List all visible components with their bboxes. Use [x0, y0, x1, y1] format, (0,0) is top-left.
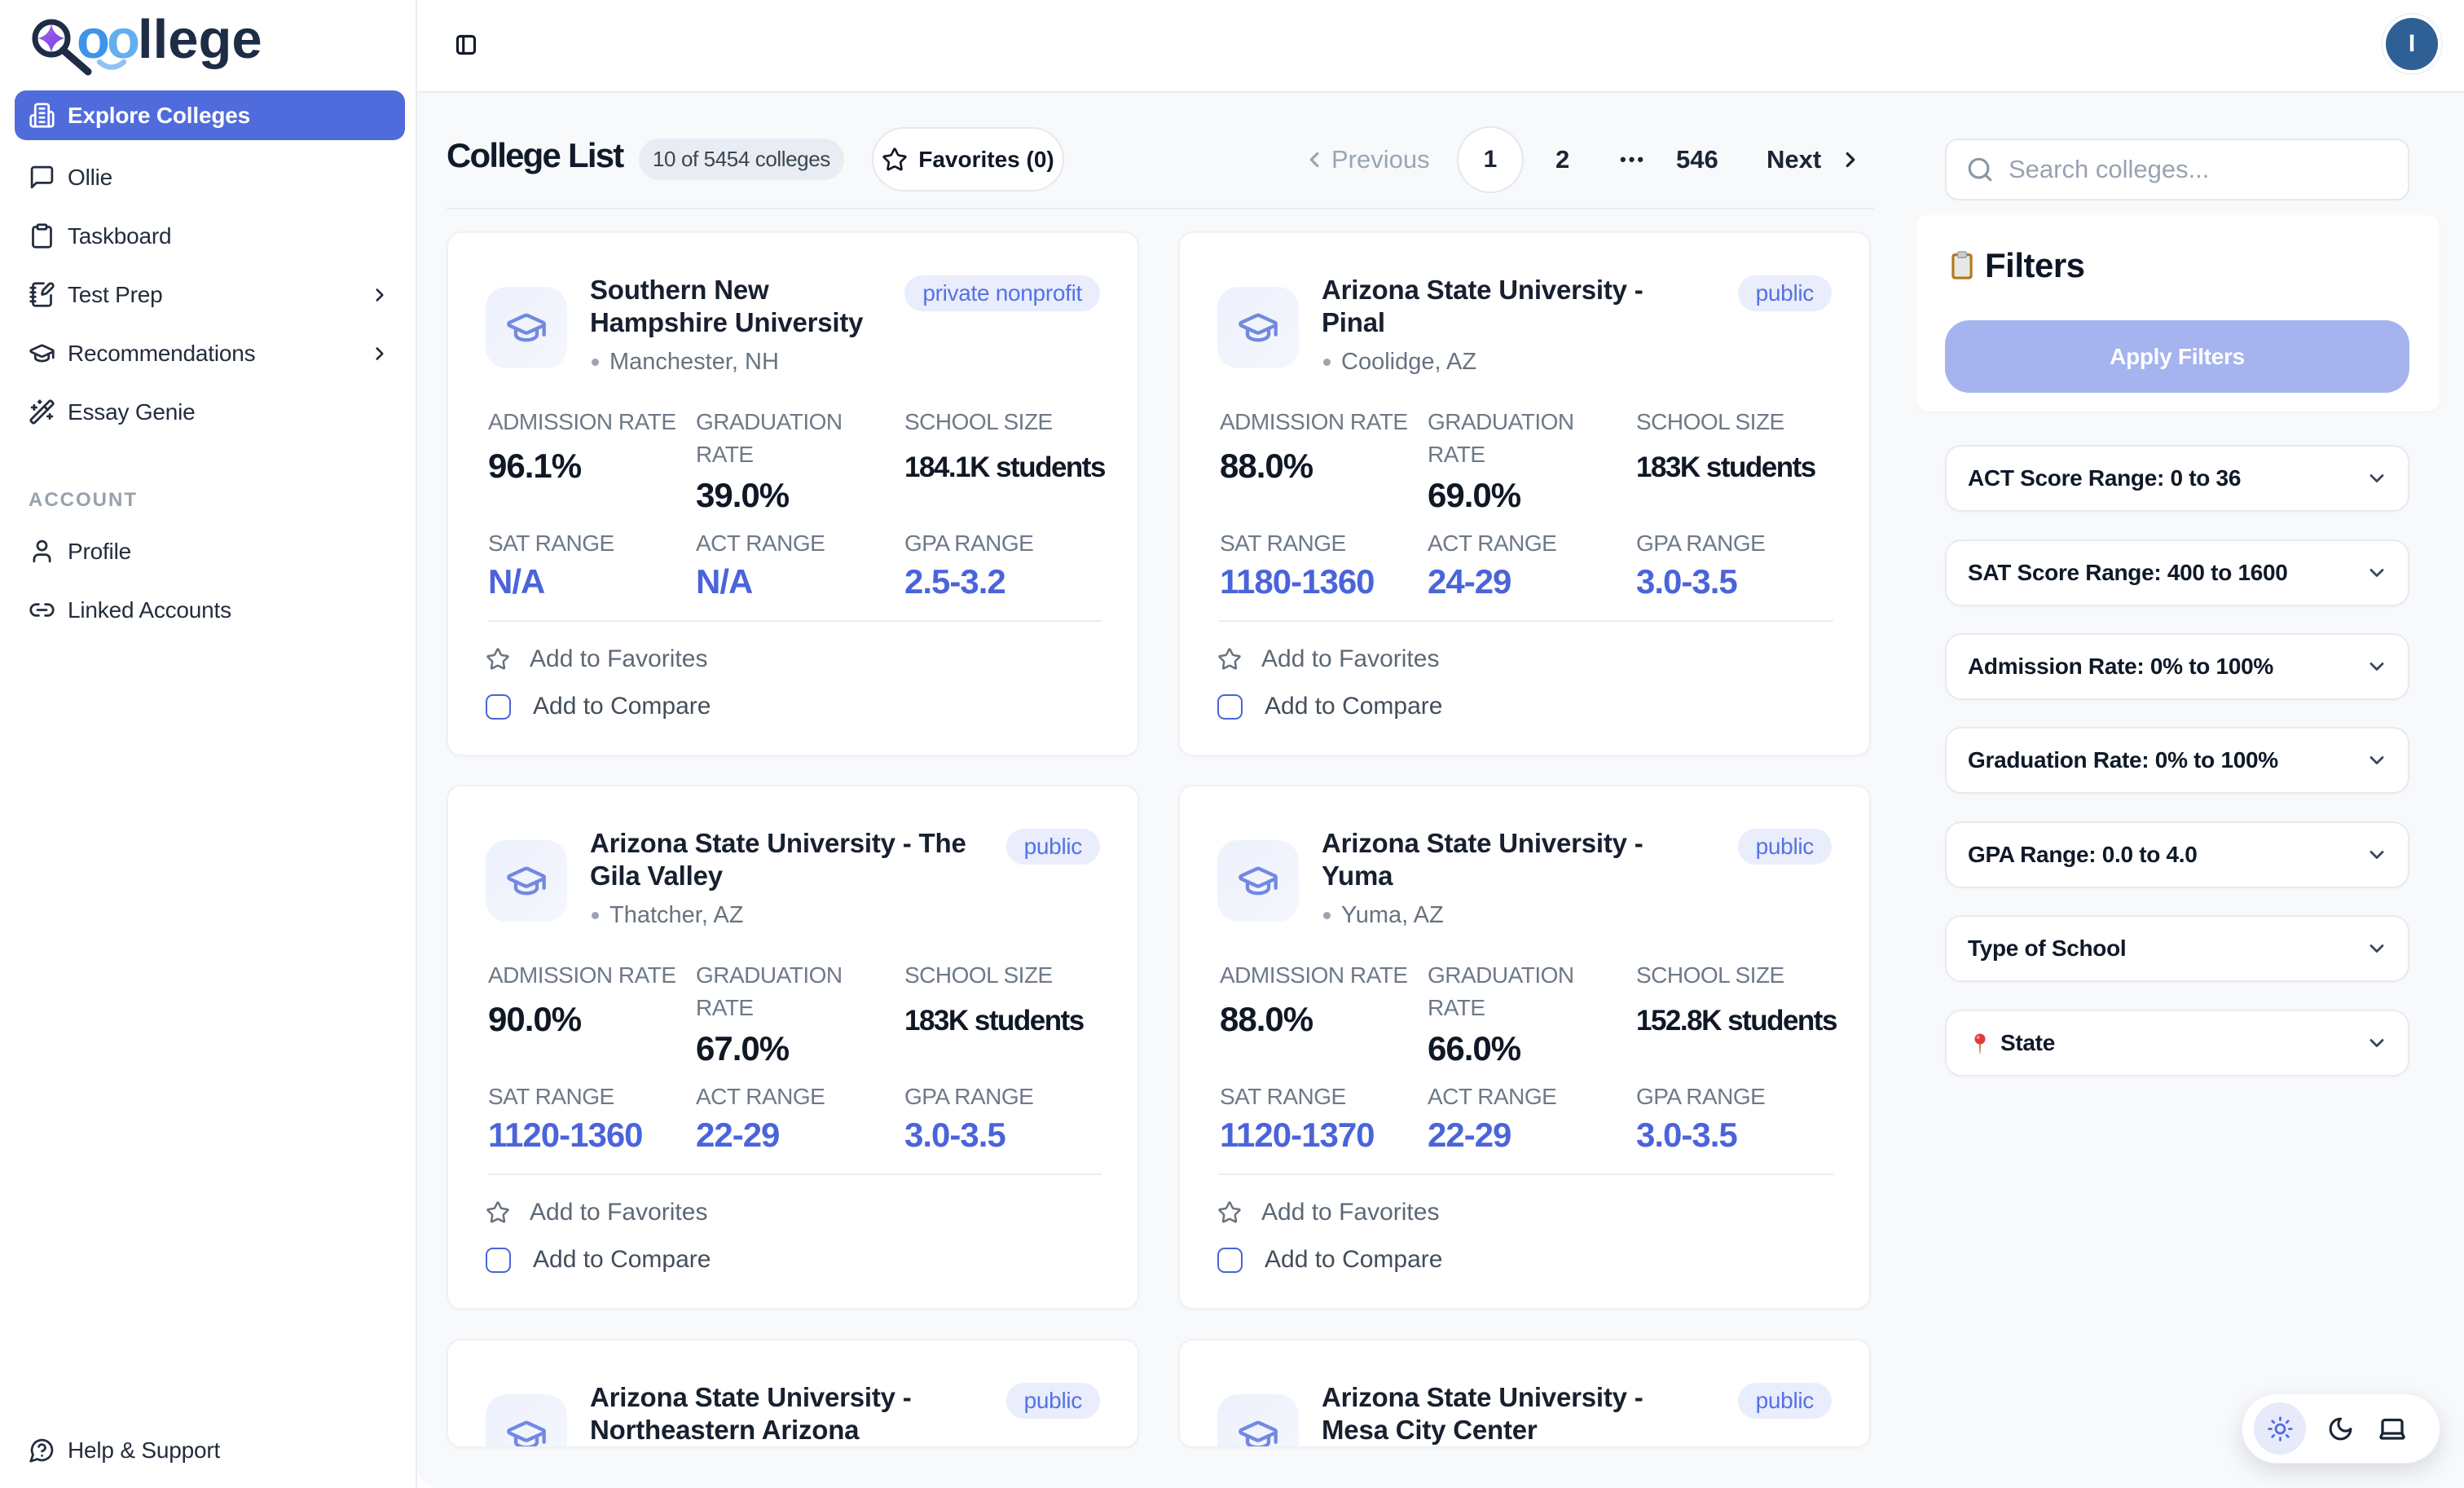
- svg-text:o: o: [77, 11, 110, 70]
- svg-text:llege: llege: [138, 11, 262, 70]
